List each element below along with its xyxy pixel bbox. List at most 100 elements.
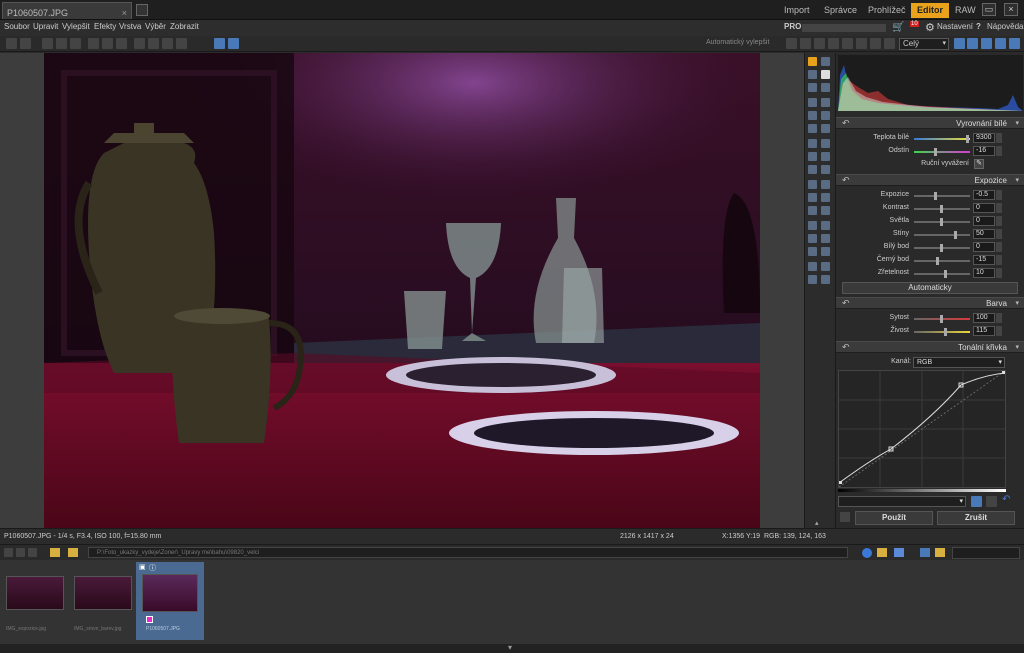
actual-size-icon[interactable] xyxy=(995,38,1006,49)
export-icon[interactable] xyxy=(70,38,81,49)
help-icon[interactable]: ? xyxy=(976,22,981,31)
value-field[interactable]: -16 xyxy=(973,146,995,156)
spinner[interactable] xyxy=(996,146,1002,156)
slider-row-vibrance[interactable]: Živost 115 xyxy=(836,326,1024,338)
lasso-icon[interactable] xyxy=(808,193,817,202)
rotate-icon[interactable] xyxy=(176,38,187,49)
print-icon[interactable] xyxy=(56,38,67,49)
crop-icon[interactable] xyxy=(808,70,817,79)
value-field[interactable]: 0 xyxy=(973,242,995,252)
undo-icon[interactable] xyxy=(134,38,145,49)
slider-row-clarity[interactable]: Zřetelnost 10 xyxy=(836,268,1024,280)
tab-close-icon[interactable]: × xyxy=(122,8,127,18)
collapse-icon[interactable]: ▾ xyxy=(1015,343,1019,351)
spinner[interactable] xyxy=(996,326,1002,336)
menu-view[interactable]: Zobrazit xyxy=(170,22,199,31)
cancel-button[interactable]: Zrušit xyxy=(937,511,1015,525)
color-label-magenta[interactable] xyxy=(146,616,153,623)
slider-knob[interactable] xyxy=(954,231,957,239)
value-field[interactable]: 10 xyxy=(973,268,995,278)
slider-row-shadows[interactable]: Stíny 50 xyxy=(836,229,1024,241)
section-white-balance[interactable]: ↶ Vyrovnání bílé ▾ xyxy=(836,117,1024,129)
collapse-arrow-icon[interactable]: ▴ xyxy=(815,519,819,527)
mask-icon[interactable] xyxy=(821,221,830,230)
value-field[interactable]: 50 xyxy=(973,229,995,239)
mode-editor[interactable]: Editor xyxy=(911,3,949,18)
back-icon[interactable] xyxy=(6,38,17,49)
straighten-icon[interactable] xyxy=(821,98,830,107)
zoom-tool-icon[interactable] xyxy=(821,70,830,79)
spinner[interactable] xyxy=(996,133,1002,143)
highlights-slider[interactable] xyxy=(914,218,970,226)
account-field[interactable] xyxy=(802,24,886,32)
reset-icon[interactable]: ↶ xyxy=(842,298,850,309)
settings-link[interactable]: Nastavení xyxy=(937,22,973,31)
copy-icon[interactable] xyxy=(88,38,99,49)
value-field[interactable]: 100 xyxy=(973,313,995,323)
spinner[interactable] xyxy=(996,255,1002,265)
mode-import[interactable]: Import xyxy=(778,3,816,18)
tool-icon-7[interactable] xyxy=(870,38,881,49)
single-view-icon[interactable] xyxy=(214,38,225,49)
contrast-slider[interactable] xyxy=(914,205,970,213)
thumbnail-selected[interactable]: ▣ ⓘ P1060507.JPG xyxy=(136,562,204,640)
saturation-slider[interactable] xyxy=(914,315,970,323)
before-after-icon[interactable] xyxy=(840,512,850,522)
paste-icon[interactable] xyxy=(102,38,113,49)
line-icon[interactable] xyxy=(821,247,830,256)
select-icon[interactable] xyxy=(821,83,830,92)
slider-row-temperature[interactable]: Teplota bílé 9300 xyxy=(836,133,1024,145)
window-close-icon[interactable]: × xyxy=(1004,3,1018,16)
save-preset-icon[interactable] xyxy=(971,496,982,507)
tone-curve-editor[interactable] xyxy=(838,370,1006,488)
slider-knob[interactable] xyxy=(940,205,943,213)
selection-brush-icon[interactable] xyxy=(808,206,817,215)
white-point-slider[interactable] xyxy=(914,244,970,252)
auto-enhance-button[interactable]: Automatický vylepšit xyxy=(706,39,769,46)
spinner[interactable] xyxy=(996,203,1002,213)
tool-icon-1[interactable] xyxy=(786,38,797,49)
menu-selection[interactable]: Výběr xyxy=(145,22,166,31)
slider-knob[interactable] xyxy=(934,192,937,200)
spinner[interactable] xyxy=(996,313,1002,323)
edited-photo[interactable] xyxy=(44,53,760,528)
slider-row-saturation[interactable]: Sytost 100 xyxy=(836,313,1024,325)
eraser-icon[interactable] xyxy=(821,165,830,174)
collapse-icon[interactable]: ▾ xyxy=(1015,119,1019,127)
hand-icon[interactable] xyxy=(808,83,817,92)
search-input[interactable] xyxy=(952,547,1020,559)
menu-layer[interactable]: Vrstva xyxy=(119,22,141,31)
level-icon[interactable] xyxy=(808,98,817,107)
favorites-icon[interactable] xyxy=(935,548,945,557)
fit-icon[interactable] xyxy=(981,38,992,49)
rect-select-icon[interactable] xyxy=(808,180,817,189)
mode-raw[interactable]: RAW xyxy=(949,3,982,18)
folder-open-icon[interactable] xyxy=(68,548,78,557)
layer-icon[interactable] xyxy=(808,221,817,230)
redeye-icon[interactable] xyxy=(808,152,817,161)
slider-row-tint[interactable]: Odstín -16 xyxy=(836,146,1024,158)
tool-icon-4[interactable] xyxy=(828,38,839,49)
slider-knob[interactable] xyxy=(934,148,937,156)
channel-select[interactable]: RGB ▾ xyxy=(913,357,1005,368)
tool-icon-6[interactable] xyxy=(856,38,867,49)
slider-row-highlights[interactable]: Světla 0 xyxy=(836,216,1024,228)
folder-icon[interactable] xyxy=(50,548,60,557)
clone-icon[interactable] xyxy=(808,139,817,148)
smudge-icon[interactable] xyxy=(821,152,830,161)
window-restore-icon[interactable]: ▭ xyxy=(982,3,996,16)
history-icon[interactable] xyxy=(162,38,173,49)
expand-arrow-icon[interactable]: ▾ xyxy=(508,643,512,652)
spinner[interactable] xyxy=(996,242,1002,252)
perspective-icon[interactable] xyxy=(808,111,817,120)
info-tool-icon[interactable] xyxy=(808,262,817,271)
value-field[interactable]: 115 xyxy=(973,326,995,336)
frame-icon[interactable] xyxy=(808,124,817,133)
menu-edit[interactable]: Upravit xyxy=(33,22,58,31)
slider-knob[interactable] xyxy=(940,244,943,252)
save-icon[interactable] xyxy=(42,38,53,49)
tool-icon-8[interactable] xyxy=(884,38,895,49)
mode-manager[interactable]: Správce xyxy=(818,3,863,18)
tool-icon-3[interactable] xyxy=(814,38,825,49)
menu-effects[interactable]: Efekty xyxy=(94,22,116,31)
